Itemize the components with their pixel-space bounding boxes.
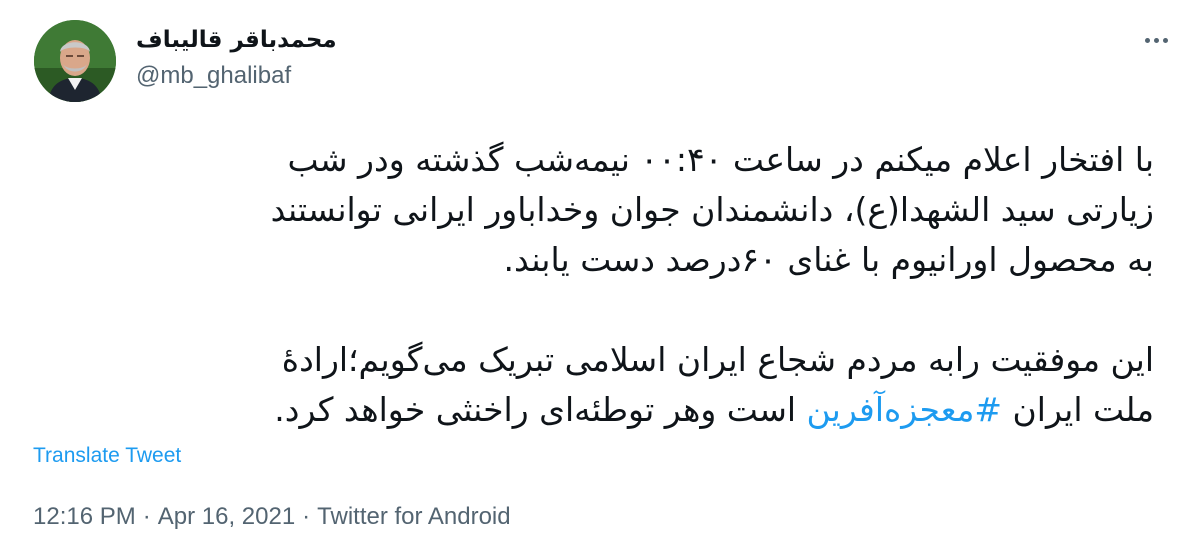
more-horizontal-icon-dot — [1162, 37, 1168, 43]
profile-photo-icon — [34, 20, 116, 102]
meta-separator: · — [142, 503, 151, 530]
tweet-line: به محصول اورانیوم با غنای ۶۰درصد دست یاب… — [503, 240, 1154, 279]
more-horizontal-icon — [1144, 37, 1150, 43]
tweet-card: محمدباقر قالیباف @mb_ghalibaf با افتخار … — [0, 0, 1191, 552]
tweet-text-segment: ملت ایران — [1002, 390, 1154, 429]
hashtag-link[interactable]: #معجزه‌آفرین — [807, 390, 1003, 429]
tweet-date-link[interactable]: Apr 16, 2021 — [158, 503, 295, 530]
more-options-button[interactable] — [1136, 26, 1176, 54]
tweet-line: با افتخار اعلام میکنم در ساعت ۰۰:۴۰ نیمه… — [287, 140, 1154, 179]
meta-separator: · — [302, 503, 311, 530]
avatar[interactable] — [34, 20, 116, 102]
tweet-time-link[interactable]: 12:16 PM — [33, 503, 136, 530]
author-handle[interactable]: @mb_ghalibaf — [136, 60, 291, 92]
tweet-line: ملت ایران #معجزه‌آفرین است وهر توطئه‌ای … — [30, 385, 1154, 435]
tweet-metadata: 12:16 PM · Apr 16, 2021 · Twitter for Androi… — [33, 501, 511, 533]
author-display-name[interactable]: محمدباقر قالیباف — [136, 24, 337, 56]
tweet-line: این موفقیت رابه مردم شجاع ایران اسلامی ت… — [281, 340, 1154, 379]
more-horizontal-icon-dot — [1153, 37, 1159, 43]
tweet-text-segment: است وهر توطئه‌ای راخنثی خواهد کرد. — [274, 390, 807, 429]
translate-tweet-link[interactable]: Translate Tweet — [33, 441, 181, 471]
tweet-source-link[interactable]: Twitter for Android — [317, 503, 510, 530]
tweet-text: با افتخار اعلام میکنم در ساعت ۰۰:۴۰ نیمه… — [30, 135, 1154, 435]
tweet-line: زیارتی سید الشهدا(ع)، دانشمندان جوان وخد… — [270, 190, 1154, 229]
